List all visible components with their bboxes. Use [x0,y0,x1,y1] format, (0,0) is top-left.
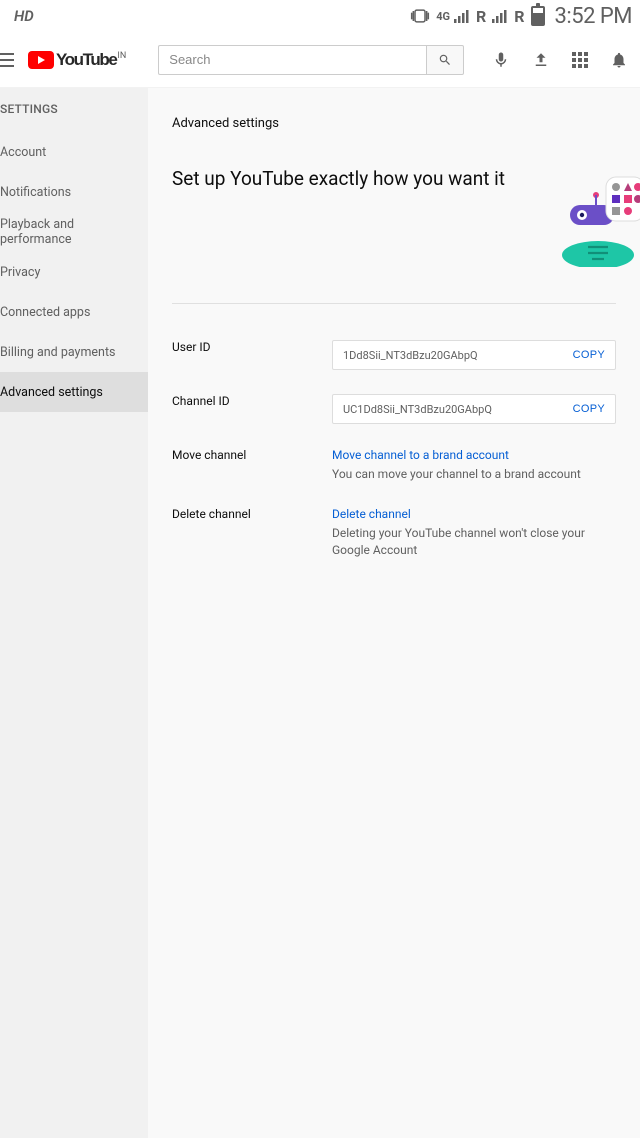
channel-id-field: UC1Dd8Sii_NT3dBzu20GAbpQ COPY [332,394,616,424]
apps-icon[interactable] [572,52,588,68]
sidebar-item-connected-apps[interactable]: Connected apps [0,292,148,332]
delete-channel-link[interactable]: Delete channel [332,507,616,521]
page-subtitle: Set up YouTube exactly how you want it [172,167,505,190]
channel-id-value: UC1Dd8Sii_NT3dBzu20GAbpQ [343,403,492,416]
roaming-1: R [476,7,486,26]
region: IN [117,51,126,61]
move-channel-desc: You can move your channel to a brand acc… [332,466,616,483]
search-icon [438,53,452,67]
status-right: 4G R R 3:52 PM [410,4,632,29]
upload-icon[interactable] [532,51,550,69]
move-channel-link[interactable]: Move channel to a brand account [332,448,616,462]
move-channel-label: Move channel [172,448,312,462]
sidebar-item-playback[interactable]: Playback and performance [0,212,148,252]
search-button[interactable] [426,45,464,75]
notifications-icon[interactable] [610,51,628,69]
hamburger-menu-icon[interactable] [0,53,14,67]
battery-icon [531,6,545,26]
signal-2 [492,9,508,23]
app-header: YouTubeIN [0,32,640,88]
vibrate-icon [410,8,430,24]
sidebar-item-privacy[interactable]: Privacy [0,252,148,292]
page-title: Advanced settings [172,116,616,131]
copy-channel-id-button[interactable]: COPY [573,403,605,415]
hd-indicator: HD [8,7,34,25]
hero-illustration-icon [540,167,640,267]
clock: 3:52 PM [555,4,632,29]
sidebar-item-advanced-settings[interactable]: Advanced settings [0,372,148,412]
user-id-field: 1Dd8Sii_NT3dBzu20GAbpQ COPY [332,340,616,370]
search-input[interactable] [158,45,426,75]
sidebar-item-account[interactable]: Account [0,132,148,172]
sidebar-heading: SETTINGS [0,102,148,132]
sidebar-item-billing[interactable]: Billing and payments [0,332,148,372]
delete-channel-desc: Deleting your YouTube channel won't clos… [332,525,616,559]
sidebar-item-notifications[interactable]: Notifications [0,172,148,212]
user-id-label: User ID [172,340,312,354]
copy-user-id-button[interactable]: COPY [573,349,605,361]
status-bar: HD 4G R R 3:52 PM [0,0,640,32]
brand-name: YouTube [56,50,116,69]
main-content: Advanced settings Set up YouTube exactly… [148,88,640,1138]
signal-4g: 4G [436,9,470,23]
delete-channel-label: Delete channel [172,507,312,521]
settings-sidebar: SETTINGS Account Notifications Playback … [0,88,148,1138]
user-id-value: 1Dd8Sii_NT3dBzu20GAbpQ [343,349,478,362]
search [158,45,464,75]
voice-search-icon[interactable] [492,51,510,69]
channel-id-label: Channel ID [172,394,312,408]
youtube-logo[interactable]: YouTubeIN [28,50,126,70]
roaming-2: R [514,7,524,26]
